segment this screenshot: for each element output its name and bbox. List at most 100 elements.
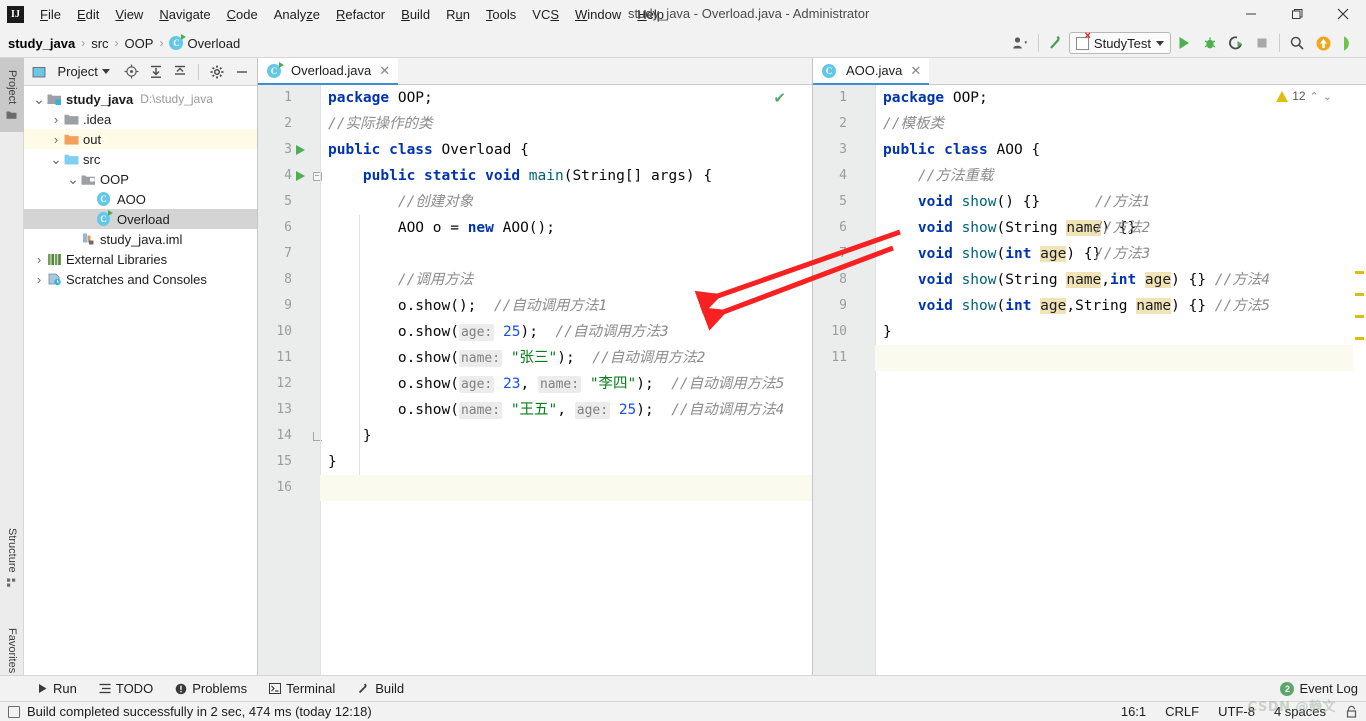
menu-item-window[interactable]: Window	[567, 3, 629, 26]
build-hammer-icon[interactable]	[1043, 28, 1069, 58]
code-line[interactable]: //模板类	[875, 111, 1366, 137]
code-line[interactable]: //实际操作的类	[320, 111, 812, 137]
tree-node-oop[interactable]: ⌄ OOP	[24, 169, 257, 189]
menu-item-vcs[interactable]: VCS	[524, 3, 567, 26]
chevron-down-icon[interactable]: ⌄	[1323, 90, 1332, 103]
tree-twisty-icon[interactable]: ›	[49, 129, 63, 149]
tree-twisty-icon[interactable]: ⌄	[49, 149, 63, 169]
chevron-down-icon[interactable]	[101, 69, 110, 74]
code-line[interactable]: void show(String name) {}//方法2	[875, 215, 1366, 241]
bottom-tab-build[interactable]: Build	[346, 681, 415, 696]
gutter-right[interactable]: 1 2 3 4 5 6 7 8 9 10 11	[813, 85, 875, 675]
editor-tab-overload[interactable]: C Overload.java ✕	[258, 58, 399, 85]
event-log-button[interactable]: 2 Event Log	[1280, 681, 1358, 696]
menu-item-edit[interactable]: Edit	[69, 3, 107, 26]
expand-all-icon[interactable]	[144, 60, 166, 84]
bottom-tab-todo[interactable]: TODO	[88, 681, 164, 696]
code-line[interactable]: o.show(age: 23, name: "李四"); //自动调用方法5	[320, 371, 812, 397]
minimize-panel-icon[interactable]	[231, 60, 253, 84]
code-line[interactable]: }	[320, 423, 812, 449]
tree-node-overload[interactable]: C Overload	[24, 209, 257, 229]
tree-node-out[interactable]: › out	[24, 129, 257, 149]
tree-node-study-java-iml[interactable]: study_java.iml	[24, 229, 257, 249]
menu-item-code[interactable]: Code	[219, 3, 266, 26]
tree-node-aoo[interactable]: C AOO	[24, 189, 257, 209]
close-button[interactable]	[1320, 0, 1366, 28]
menu-item-navigate[interactable]: Navigate	[151, 3, 218, 26]
menu-item-refactor[interactable]: Refactor	[328, 3, 393, 26]
bottom-tab-problems[interactable]: Problems	[164, 681, 258, 696]
bottom-tab-run[interactable]: Run	[26, 681, 88, 696]
locate-icon[interactable]	[120, 60, 142, 84]
code-line[interactable]: void show(int age) {}//方法3	[875, 241, 1366, 267]
tree-node-study-java[interactable]: ⌄ study_java D:\study_java	[24, 89, 257, 109]
status-message[interactable]: Build completed successfully in 2 sec, 4…	[0, 704, 372, 719]
code-line[interactable]: void show(String name,int age) {} //方法4	[875, 267, 1366, 293]
collapse-all-icon[interactable]	[169, 60, 191, 84]
bottom-tab-terminal[interactable]: Terminal	[258, 681, 346, 696]
maximize-button[interactable]	[1274, 0, 1320, 28]
inspection-ok-icon[interactable]: ✔	[773, 89, 786, 107]
menu-item-view[interactable]: View	[107, 3, 151, 26]
editor-tab-aoo[interactable]: C AOO.java ✕	[813, 58, 930, 85]
menu-item-run[interactable]: Run	[438, 3, 478, 26]
code-line[interactable]: //调用方法	[320, 267, 812, 293]
tree-twisty-icon[interactable]: ⌄	[66, 169, 80, 189]
breadcrumb-src[interactable]: src	[91, 36, 108, 51]
code-line[interactable]: public class Overload {	[320, 137, 812, 163]
error-stripe-markbar[interactable]	[1353, 112, 1366, 675]
lock-icon[interactable]	[1345, 705, 1358, 718]
run-configuration-selector[interactable]: StudyTest	[1068, 31, 1171, 54]
code-area-right[interactable]: 1 2 3 4 5 6 7 8 9 10 11 package OOP;//模板类 public cl…	[813, 85, 1366, 675]
search-everywhere-icon[interactable]	[1284, 28, 1310, 58]
menu-item-file[interactable]: File	[32, 3, 69, 26]
code-line[interactable]: public class AOO {	[875, 137, 1366, 163]
error-stripe-mark[interactable]	[1355, 293, 1364, 296]
code-line[interactable]: }	[320, 449, 812, 475]
code-line[interactable]	[320, 475, 812, 501]
code-line[interactable]: void show() {} //方法1	[875, 189, 1366, 215]
debug-button[interactable]	[1197, 28, 1223, 58]
run-with-coverage-button[interactable]	[1223, 28, 1249, 58]
close-icon[interactable]: ✕	[379, 63, 390, 79]
gutter-left[interactable]: 1 2 3 4−5 6 7 8 9 10 11 12 13 14 15 16	[258, 85, 322, 675]
tree-twisty-icon[interactable]: ›	[32, 249, 46, 269]
run-gutter-icon[interactable]	[292, 163, 308, 189]
line-separator[interactable]: CRLF	[1165, 704, 1199, 719]
run-gutter-icon[interactable]	[292, 137, 308, 163]
error-stripe-mark[interactable]	[1355, 337, 1364, 340]
update-project-icon[interactable]	[1310, 28, 1336, 58]
menu-item-build[interactable]: Build	[393, 3, 438, 26]
tree-node--idea[interactable]: › .idea	[24, 109, 257, 129]
code-line[interactable]: void show(int age,String name) {} //方法5	[875, 293, 1366, 319]
error-stripe-mark[interactable]	[1355, 315, 1364, 318]
code-line[interactable]: package OOP;	[320, 85, 812, 111]
code-line[interactable]	[875, 345, 1366, 371]
error-stripe-mark[interactable]	[1355, 271, 1364, 274]
code-line[interactable]: o.show(name: "张三"); //自动调用方法2	[320, 345, 812, 371]
breadcrumb-package[interactable]: OOP	[125, 36, 154, 51]
tree-node-external-libraries[interactable]: › External Libraries	[24, 249, 257, 269]
stop-button[interactable]	[1249, 28, 1275, 58]
code-line[interactable]: o.show(name: "王五", age: 25); //自动调用方法4	[320, 397, 812, 423]
code-line[interactable]: //方法重载	[875, 163, 1366, 189]
code-line[interactable]	[320, 241, 812, 267]
code-line[interactable]: o.show(); //自动调用方法1	[320, 293, 812, 319]
tree-node-src[interactable]: ⌄ src	[24, 149, 257, 169]
caret-position[interactable]: 16:1	[1121, 704, 1146, 719]
gear-icon[interactable]	[206, 60, 228, 84]
menu-item-analyze[interactable]: Analyze	[266, 3, 328, 26]
tree-node-scratches-and-consoles[interactable]: › Scratches and Consoles	[24, 269, 257, 289]
code-line[interactable]: //创建对象	[320, 189, 812, 215]
breadcrumb-file[interactable]: Overload	[187, 36, 240, 51]
code-line[interactable]: AOO o = new AOO();	[320, 215, 812, 241]
code-line[interactable]: public static void main(String[] args) {	[320, 163, 812, 189]
menu-item-tools[interactable]: Tools	[478, 3, 524, 26]
tree-twisty-icon[interactable]: ›	[32, 269, 46, 289]
code-line[interactable]: o.show(age: 25); //自动调用方法3	[320, 319, 812, 345]
user-avatar-icon[interactable]	[1008, 28, 1034, 58]
tree-twisty-icon[interactable]: ⌄	[32, 89, 46, 109]
chevron-up-icon[interactable]: ⌃	[1310, 90, 1319, 103]
ide-assistant-icon[interactable]	[1336, 28, 1362, 58]
breadcrumb-project[interactable]: study_java	[8, 36, 75, 51]
